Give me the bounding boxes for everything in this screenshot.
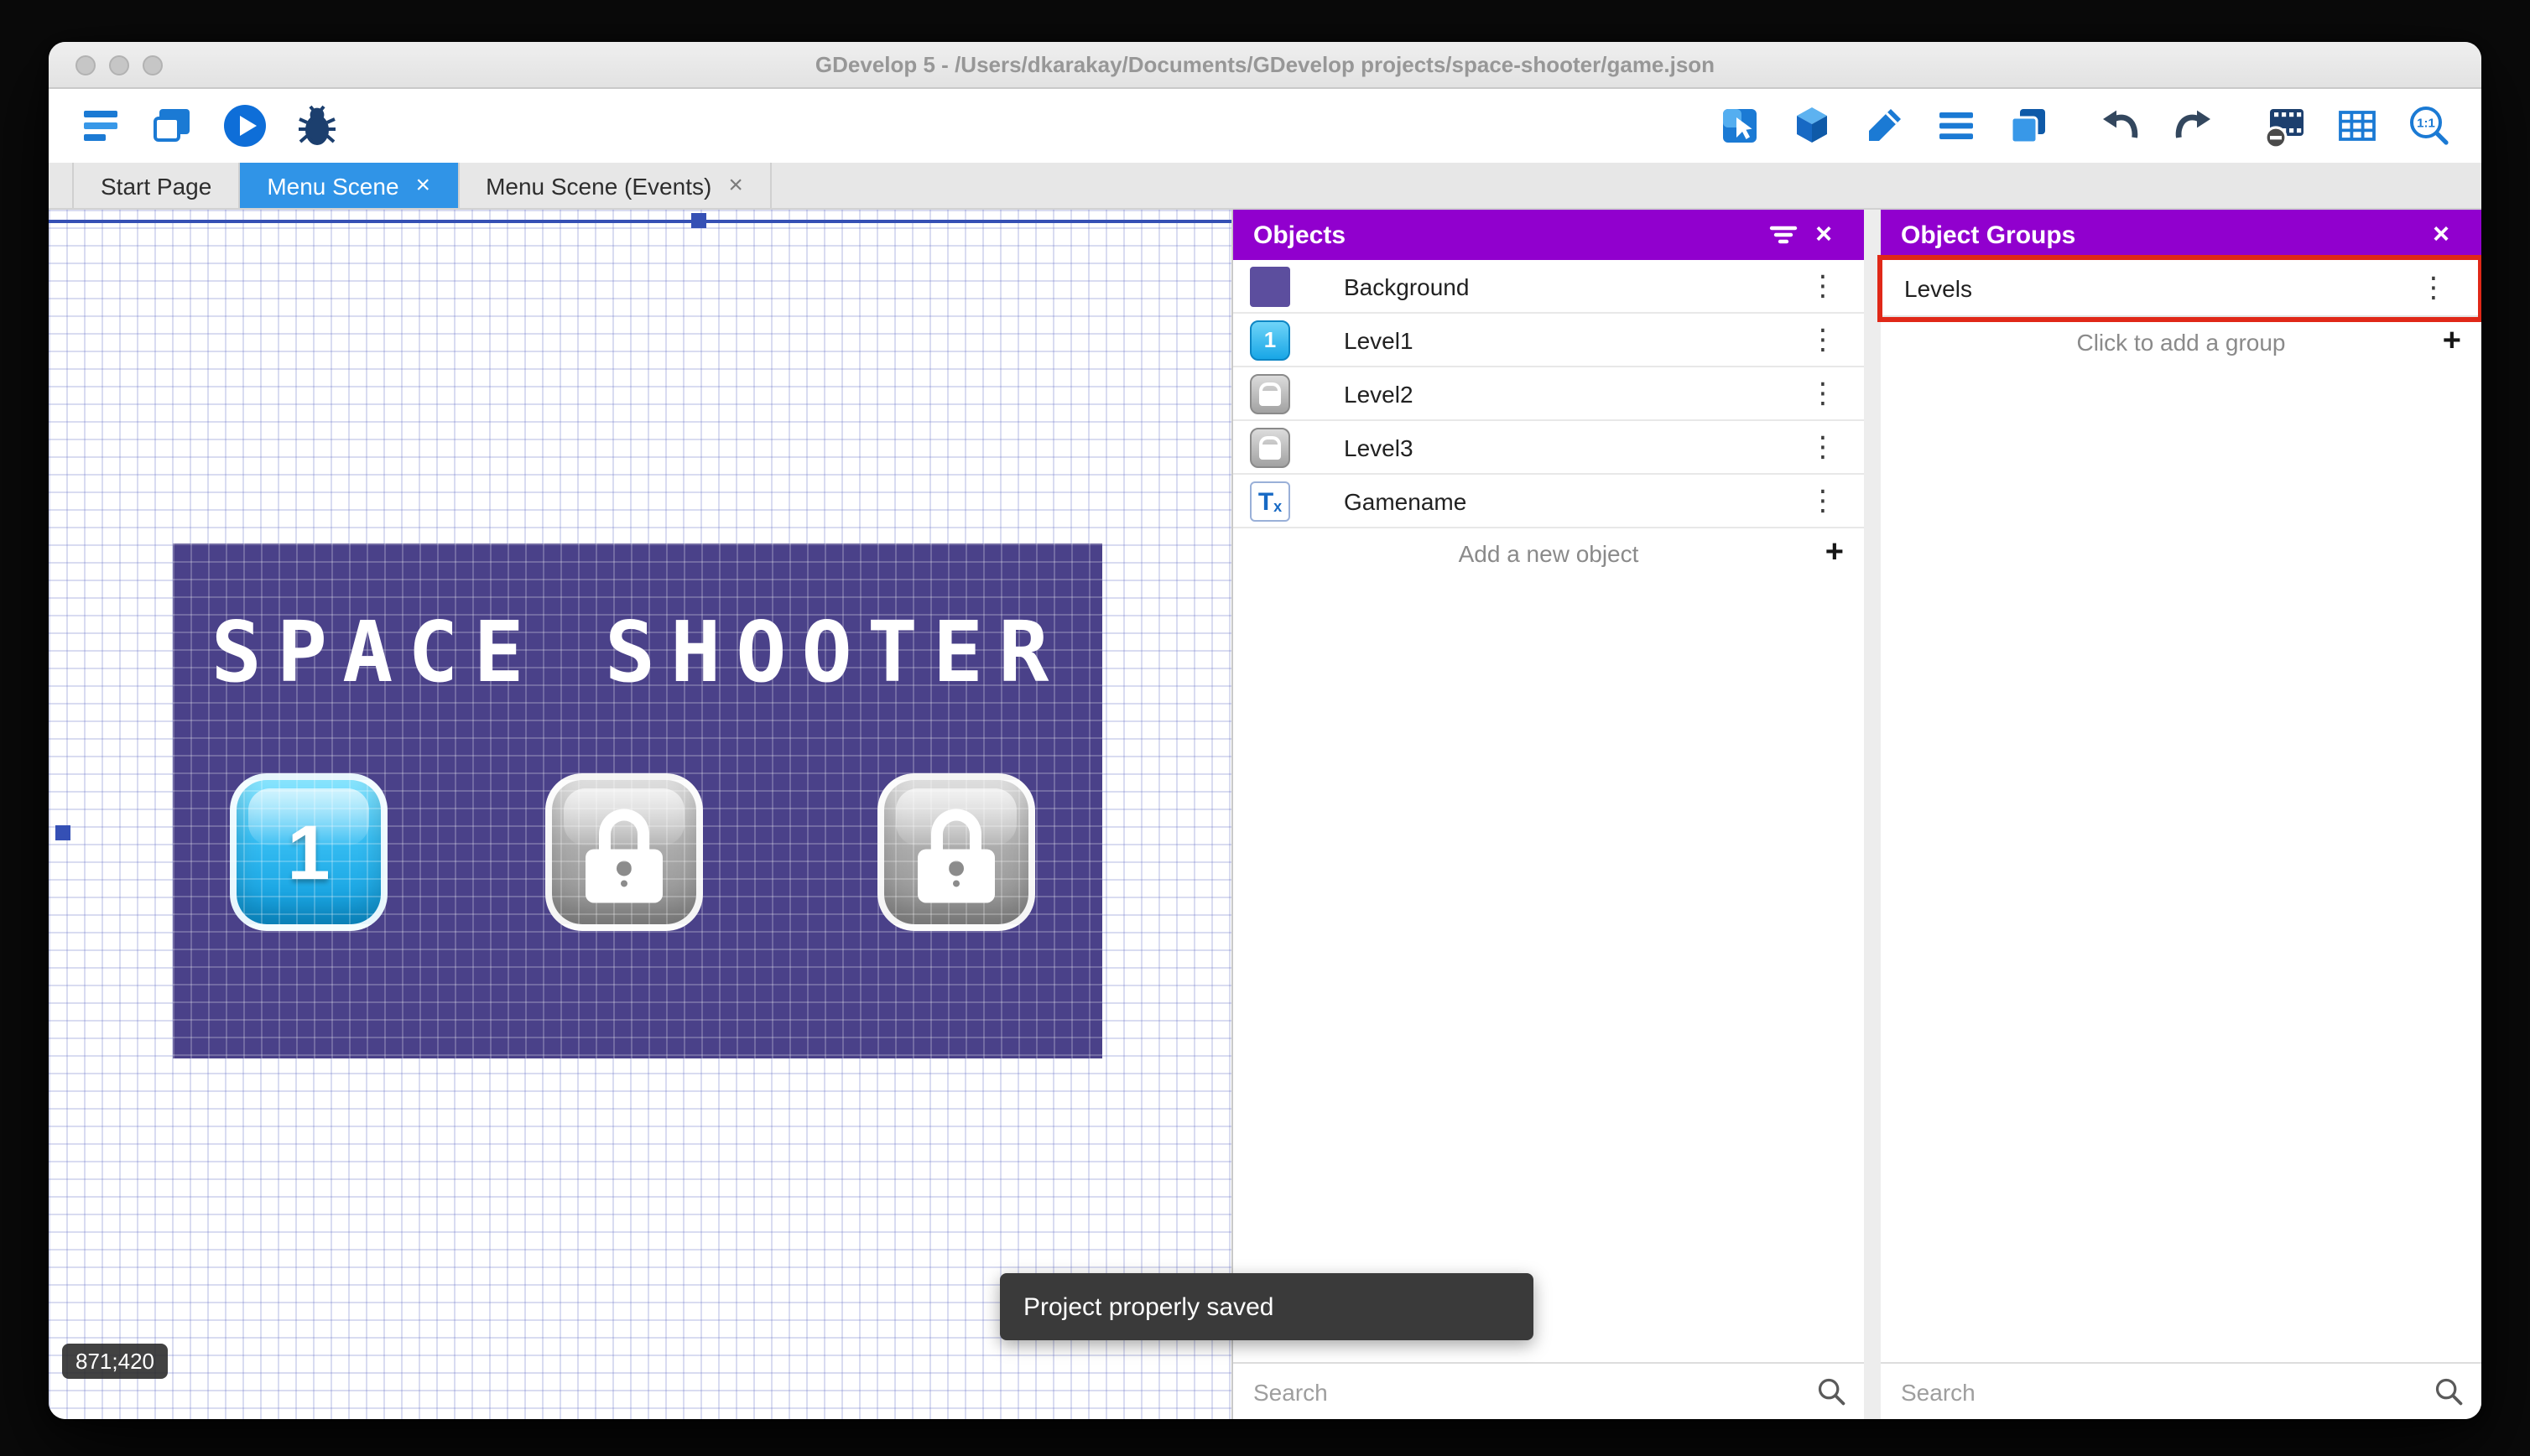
object-row-gamename[interactable]: Gamename ⋮ bbox=[1233, 475, 1864, 528]
app-window: GDevelop 5 - /Users/dkarakay/Documents/G… bbox=[49, 42, 2481, 1419]
object-name: Background bbox=[1344, 273, 1470, 299]
object-menu-icon[interactable]: ⋮ bbox=[1799, 269, 1847, 303]
mask-frame-icon[interactable] bbox=[2260, 101, 2310, 151]
group-menu-icon[interactable]: ⋮ bbox=[2409, 271, 2458, 304]
objects-panel-header: Objects × bbox=[1233, 210, 1864, 260]
tab-bar: Start Page Menu Scene × Menu Scene (Even… bbox=[49, 163, 2481, 210]
scene-resize-handle-left[interactable] bbox=[55, 825, 70, 840]
tab-start-page[interactable]: Start Page bbox=[72, 163, 241, 208]
object-menu-icon[interactable]: ⋮ bbox=[1799, 484, 1847, 517]
tab-menu-scene[interactable]: Menu Scene × bbox=[240, 163, 460, 208]
toast-notification: Project properly saved bbox=[1000, 1273, 1533, 1340]
background-object-instance[interactable]: SPACE SHOOTER 1 bbox=[173, 543, 1102, 1058]
group-row-levels[interactable]: Levels ⋮ bbox=[1881, 260, 2481, 317]
svg-text:1:1: 1:1 bbox=[2417, 117, 2435, 131]
cursor-coordinates-badge: 871;420 bbox=[62, 1344, 168, 1379]
add-object-row[interactable]: Add a new object + bbox=[1233, 528, 1864, 579]
close-panel-icon[interactable]: × bbox=[1804, 215, 1844, 255]
object-groups-panel-header: Object Groups × bbox=[1881, 210, 2481, 260]
game-title-text[interactable]: SPACE SHOOTER bbox=[173, 604, 1102, 701]
scene-resize-handle-top[interactable] bbox=[691, 213, 706, 228]
groups-search-bar bbox=[1881, 1362, 2481, 1419]
object-row-level3[interactable]: Level3 ⋮ bbox=[1233, 421, 1864, 475]
tab-label: Menu Scene (Events) bbox=[486, 172, 712, 199]
add-object-label: Add a new object bbox=[1458, 540, 1639, 567]
lock-thumbnail-icon bbox=[1250, 427, 1290, 467]
object-menu-icon[interactable]: ⋮ bbox=[1799, 430, 1847, 464]
scene-window-icon[interactable] bbox=[148, 101, 198, 151]
main-content: SPACE SHOOTER 1 871;420 Objects × Backgr… bbox=[49, 210, 2481, 1419]
objects-panel-title: Objects bbox=[1253, 221, 1346, 249]
close-panel-icon[interactable]: × bbox=[2421, 215, 2461, 255]
lock-thumbnail-icon bbox=[1250, 373, 1290, 413]
project-manager-icon[interactable] bbox=[75, 101, 126, 151]
group-name: Levels bbox=[1904, 274, 1972, 301]
plus-icon[interactable]: + bbox=[2443, 324, 2461, 361]
objects-panel: Objects × Background ⋮ Level1 ⋮ bbox=[1231, 210, 1864, 1419]
object-name: Level1 bbox=[1344, 326, 1413, 353]
groups-search-input[interactable] bbox=[1881, 1364, 2433, 1419]
redo-icon[interactable] bbox=[2168, 101, 2218, 151]
level1-thumbnail-icon bbox=[1250, 320, 1290, 360]
filter-icon[interactable] bbox=[1763, 215, 1804, 255]
close-window-button[interactable] bbox=[75, 55, 96, 75]
zoom-1-1-icon[interactable]: 1:1 bbox=[2404, 101, 2455, 151]
plus-icon[interactable]: + bbox=[1825, 535, 1844, 572]
object-row-background[interactable]: Background ⋮ bbox=[1233, 260, 1864, 314]
object-row-level1[interactable]: Level1 ⋮ bbox=[1233, 314, 1864, 367]
instances-list-icon[interactable] bbox=[1931, 101, 1981, 151]
grid-icon[interactable] bbox=[2332, 101, 2382, 151]
scene-border-top bbox=[49, 220, 1231, 223]
object-name: Gamename bbox=[1344, 487, 1467, 514]
add-group-label: Click to add a group bbox=[2076, 329, 2286, 356]
objects-panel-icon[interactable] bbox=[1715, 101, 1765, 151]
undo-icon[interactable] bbox=[2095, 101, 2146, 151]
preview-play-icon[interactable] bbox=[220, 101, 270, 151]
object-menu-icon[interactable]: ⋮ bbox=[1799, 377, 1847, 410]
background-thumbnail-icon bbox=[1250, 266, 1290, 306]
text-object-thumbnail-icon bbox=[1250, 481, 1290, 521]
objects-search-input[interactable] bbox=[1233, 1364, 1815, 1419]
properties-pencil-icon[interactable] bbox=[1859, 101, 1909, 151]
level1-number: 1 bbox=[287, 809, 331, 896]
level1-button-instance[interactable]: 1 bbox=[230, 773, 388, 931]
toolbar-left-group bbox=[75, 101, 342, 151]
level2-button-instance[interactable] bbox=[545, 773, 703, 931]
object-row-level2[interactable]: Level2 ⋮ bbox=[1233, 367, 1864, 421]
lock-icon bbox=[918, 809, 995, 903]
debug-icon[interactable] bbox=[292, 101, 342, 151]
close-tab-icon[interactable]: × bbox=[416, 173, 431, 198]
titlebar[interactable]: GDevelop 5 - /Users/dkarakay/Documents/G… bbox=[49, 42, 2481, 89]
window-title: GDevelop 5 - /Users/dkarakay/Documents/G… bbox=[815, 52, 1715, 77]
object-name: Level3 bbox=[1344, 434, 1413, 460]
level3-button-instance[interactable] bbox=[877, 773, 1035, 931]
tab-label: Start Page bbox=[101, 172, 212, 199]
desktop-background: GDevelop 5 - /Users/dkarakay/Documents/G… bbox=[0, 0, 2530, 1456]
tab-menu-scene-events[interactable]: Menu Scene (Events) × bbox=[459, 163, 772, 208]
panel-divider[interactable] bbox=[1864, 210, 1881, 1419]
search-icon[interactable] bbox=[1815, 1375, 1847, 1407]
object-groups-icon[interactable] bbox=[1787, 101, 1837, 151]
scene-editor-canvas[interactable]: SPACE SHOOTER 1 871;420 bbox=[49, 210, 1231, 1419]
search-icon[interactable] bbox=[2433, 1375, 2465, 1407]
object-groups-panel-title: Object Groups bbox=[1901, 221, 2076, 249]
objects-search-bar bbox=[1233, 1362, 1864, 1419]
object-menu-icon[interactable]: ⋮ bbox=[1799, 323, 1847, 356]
object-groups-panel: Object Groups × Levels ⋮ Click to add a … bbox=[1877, 210, 2481, 1419]
toolbar-right-group: 1:1 bbox=[1715, 101, 2455, 151]
layers-icon[interactable] bbox=[2003, 101, 2054, 151]
minimize-window-button[interactable] bbox=[109, 55, 129, 75]
traffic-lights bbox=[75, 55, 163, 75]
add-group-row[interactable]: Click to add a group + bbox=[1881, 317, 2481, 367]
zoom-window-button[interactable] bbox=[143, 55, 163, 75]
tab-label: Menu Scene bbox=[267, 172, 399, 199]
object-name: Level2 bbox=[1344, 380, 1413, 407]
lock-icon bbox=[586, 809, 663, 903]
toolbar: 1:1 bbox=[49, 89, 2481, 163]
toast-message: Project properly saved bbox=[1023, 1292, 1274, 1321]
close-tab-icon[interactable]: × bbox=[728, 173, 743, 198]
